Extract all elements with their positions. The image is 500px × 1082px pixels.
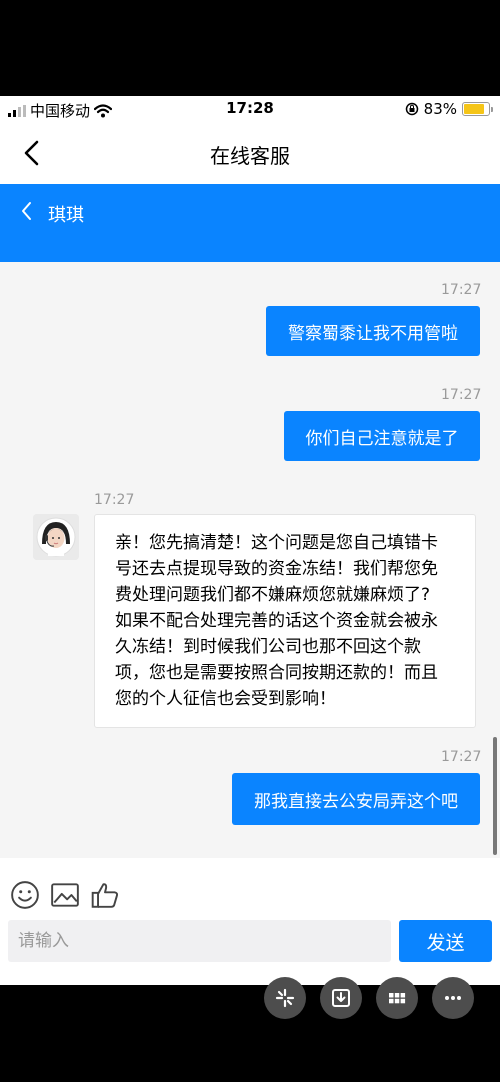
message-timestamp: 17:27	[441, 387, 482, 403]
battery-fill	[464, 104, 484, 114]
agent-header: 琪琪	[0, 184, 500, 262]
message-line: 亲！您先搞清楚！这个问题是您自己填错卡	[115, 533, 438, 553]
image-icon[interactable]	[50, 880, 80, 910]
chat-area[interactable]: 17:27 警察蜀黍让我不用管啦 17:27 你们自己注意就是了 17:27 亲…	[0, 262, 500, 858]
message-line: 您的个人征信也会受到影响！	[115, 689, 336, 709]
agent-avatar[interactable]	[33, 514, 79, 560]
more-icon	[445, 996, 461, 1000]
agent-name: 琪琪	[48, 205, 84, 226]
send-button[interactable]: 发送	[399, 920, 492, 962]
message-bubble-in[interactable]: 亲！您先搞清楚！这个问题是您自己填错卡 号还去点提现导致的资金冻结！我们帮您免 …	[94, 514, 476, 728]
agent-back-icon[interactable]	[20, 201, 32, 221]
nav-bar: 在线客服	[0, 122, 500, 184]
download-icon	[332, 989, 350, 1007]
emoji-icon[interactable]	[10, 880, 40, 910]
page-title: 在线客服	[210, 144, 290, 168]
composer-toolbar: 发送	[0, 858, 500, 985]
message-line: 项，您也是需要按照合同按期还款的！而且	[115, 663, 438, 683]
sparkle-icon	[275, 988, 295, 1008]
apps-button[interactable]	[376, 977, 418, 1019]
message-bubble-out[interactable]: 你们自己注意就是了	[284, 411, 480, 461]
message-input[interactable]	[8, 920, 391, 962]
message-bubble-out[interactable]: 那我直接去公安局弄这个吧	[232, 773, 480, 825]
more-button[interactable]	[432, 977, 474, 1019]
status-bar: 中国移动 17:28 83%	[0, 96, 500, 122]
bottom-black-bar	[0, 985, 500, 1082]
message-line: 号还去点提现导致的资金冻结！我们帮您免	[115, 559, 438, 579]
message-line: 久冻结！到时候我们公司也那不回这个款	[115, 637, 421, 657]
battery-percent: 83%	[423, 100, 457, 118]
assist-button[interactable]	[264, 977, 306, 1019]
rotation-lock-icon	[405, 102, 418, 116]
message-timestamp: 17:27	[94, 492, 135, 508]
download-button[interactable]	[320, 977, 362, 1019]
message-bubble-out[interactable]: 警察蜀黍让我不用管啦	[266, 306, 480, 356]
message-line: 如果不配合处理完善的话这个资金就会被永	[115, 611, 438, 631]
grid-icon	[389, 993, 406, 1004]
chat-scrollbar[interactable]	[493, 737, 497, 855]
message-line: 费处理问题我们都不嫌麻烦您就嫌麻烦了?	[115, 585, 431, 605]
status-right: 83%	[405, 100, 493, 118]
message-timestamp: 17:27	[441, 749, 482, 765]
top-black-bar	[0, 0, 500, 96]
battery-icon	[462, 102, 493, 116]
message-timestamp: 17:27	[441, 282, 482, 298]
thumbs-up-icon[interactable]	[90, 880, 120, 910]
